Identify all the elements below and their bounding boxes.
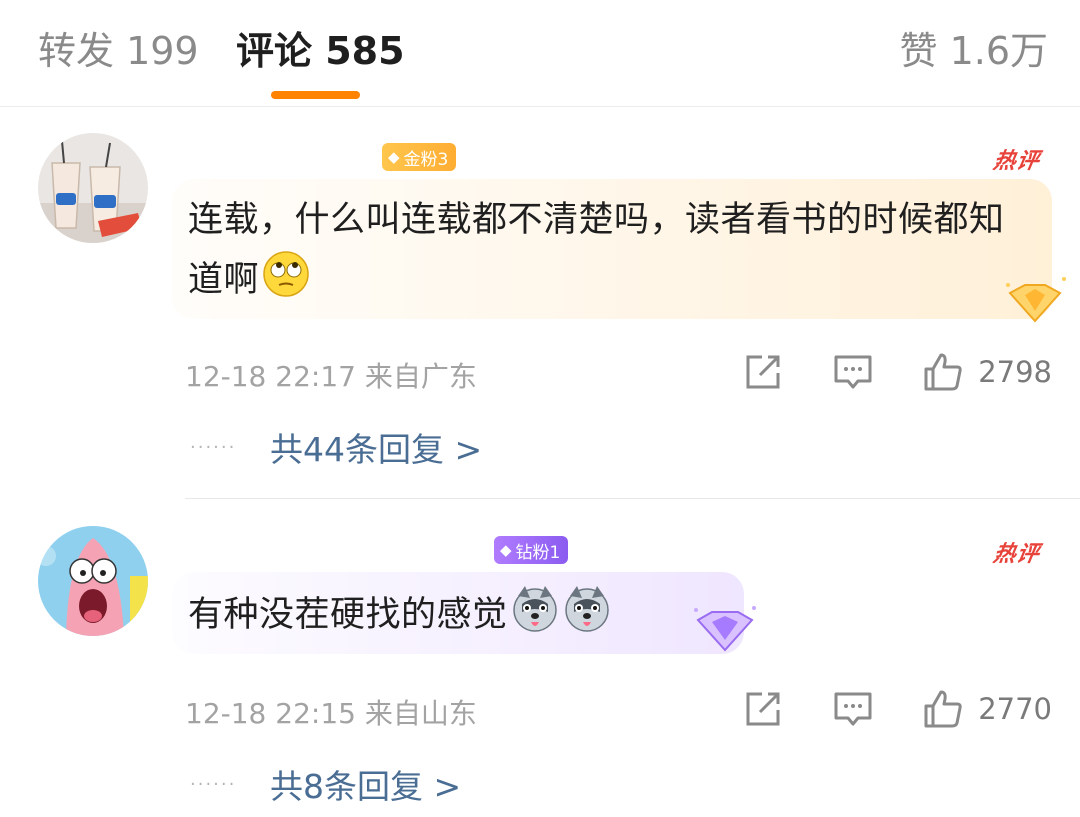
thumbs-up-icon[interactable] [922, 688, 964, 730]
comment-divider [185, 498, 1080, 499]
like-count: 2770 [978, 692, 1052, 726]
view-replies-link[interactable]: 共44条回复 > [270, 423, 482, 471]
tab-likes[interactable]: 赞 1.6万 [899, 28, 1048, 74]
avatar[interactable] [38, 526, 148, 636]
comment-bubble: 有种没茬硬找的感觉 [172, 572, 744, 654]
comment-icon[interactable] [832, 688, 874, 730]
badge-label: 金粉3 [403, 149, 449, 170]
husky-emoji-icon [510, 584, 560, 634]
diamond-fan-medal-icon [694, 606, 756, 652]
hot-comment-tag: 热评 [991, 149, 1042, 174]
tab-bar: 转发 199 评论 585 赞 1.6万 [0, 0, 1080, 107]
view-replies-link[interactable]: 共8条回复 > [270, 760, 461, 808]
comment-icon[interactable] [832, 351, 874, 393]
hot-comment-tag: 热评 [991, 542, 1042, 567]
tab-reposts[interactable]: 转发 199 [38, 28, 199, 74]
comment-meta: 12-18 22:17 来自广东 [185, 355, 477, 395]
gem-icon: ◆ [388, 148, 400, 166]
like-count: 2798 [978, 355, 1052, 389]
comment-text-content: 有种没茬硬找的感觉 [188, 595, 508, 635]
comment-bubble: 连载，什么叫连载都不清楚吗，读者看书的时候都知道啊 [172, 179, 1052, 319]
gold-fan-medal-icon [1006, 277, 1066, 323]
active-tab-indicator [271, 91, 360, 99]
comment-time: 12-18 22:15 [185, 697, 356, 730]
comment-actions: 2770 [742, 688, 1052, 730]
replies-row: ······ 共8条回复 > [190, 760, 461, 808]
comment-location: 来自山东 [364, 697, 477, 730]
husky-emoji-icon [562, 584, 612, 634]
comment-actions: 2798 [742, 351, 1052, 393]
dots-decoration: ······ [190, 436, 237, 458]
comment-text: 有种没茬硬找的感觉 [188, 584, 728, 644]
comment-location: 来自广东 [364, 360, 477, 393]
share-icon[interactable] [742, 688, 784, 730]
diamond-icon: ◆ [500, 541, 512, 559]
fan-level-badge-gold: ◆ 金粉3 [382, 143, 457, 171]
avatar[interactable] [38, 133, 148, 243]
replies-row: ······ 共44条回复 > [190, 423, 482, 471]
dots-decoration: ······ [190, 773, 237, 795]
badge-label: 钻粉1 [515, 542, 561, 563]
eye-roll-emoji-icon [261, 249, 311, 299]
thumbs-up-icon[interactable] [922, 351, 964, 393]
comment-text: 连载，什么叫连载都不清楚吗，读者看书的时候都知道啊 [188, 191, 1036, 309]
tab-comments[interactable]: 评论 585 [236, 28, 405, 74]
fan-level-badge-diamond: ◆ 钻粉1 [494, 536, 569, 564]
comment-time: 12-18 22:17 [185, 360, 356, 393]
comment-meta: 12-18 22:15 来自山东 [185, 692, 477, 732]
share-icon[interactable] [742, 351, 784, 393]
